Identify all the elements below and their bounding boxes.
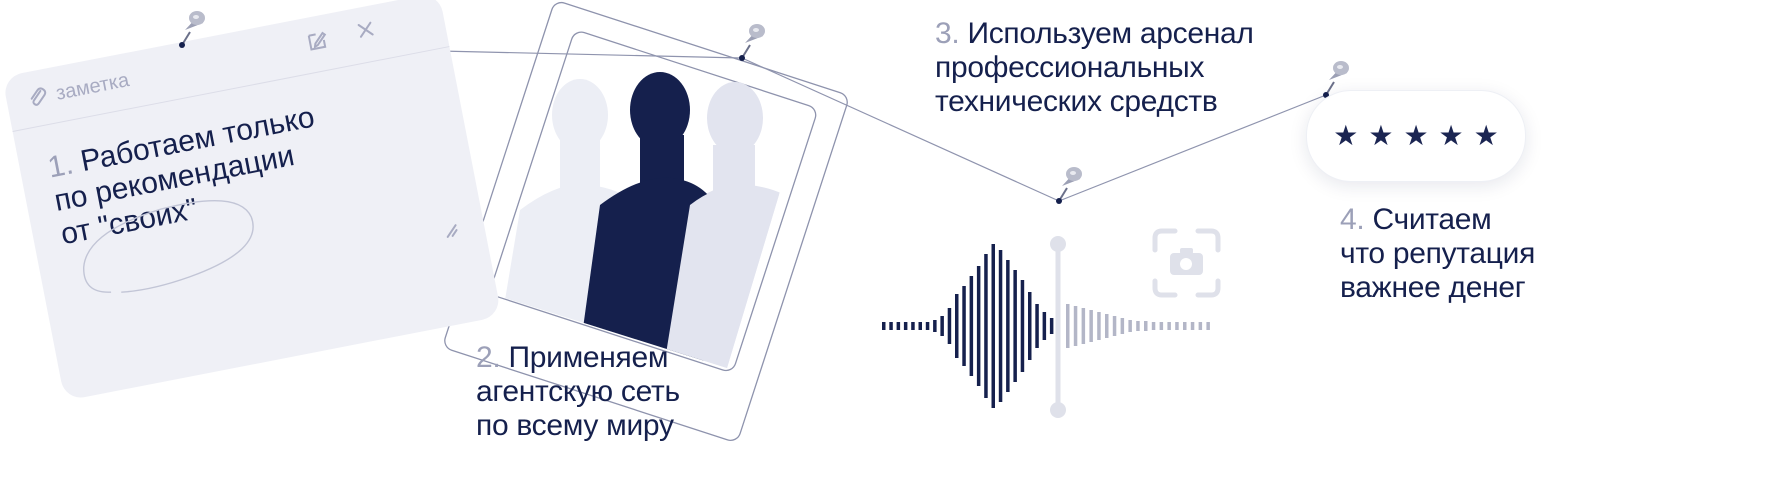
pushpin-icon — [1053, 164, 1085, 209]
step-4-text: 4. Считаем что репутация важнее денег — [1340, 203, 1535, 305]
waveform-bar — [969, 276, 974, 376]
step-3-text: 3. Используем арсенал профессиональных т… — [935, 17, 1254, 119]
step-3-line-3: технических средств — [935, 85, 1218, 118]
note-step-number: 1. — [45, 147, 76, 185]
waveform-bar — [1105, 314, 1109, 338]
star-icon: ★ — [1368, 120, 1394, 151]
waveform-bar — [1042, 312, 1047, 340]
waveform-bar — [1183, 322, 1187, 330]
pushpin-icon — [736, 21, 768, 66]
step-2-text: 2. Применяем агентскую сеть по всему мир… — [476, 341, 680, 443]
pushpin-icon — [176, 8, 208, 53]
waveform-bar — [1020, 280, 1025, 372]
step-2-line-3: по всему миру — [476, 409, 674, 442]
waveform-bar — [1013, 270, 1017, 382]
waveform-bar — [1066, 304, 1070, 348]
step-2-line-1: Применяем — [508, 341, 669, 374]
step-4-number: 4. — [1340, 203, 1365, 236]
waveform-bar — [1120, 318, 1125, 334]
waveform-bar — [955, 294, 959, 358]
waveform-bar — [911, 322, 915, 330]
waveform-bar — [1006, 260, 1010, 392]
audio-waveform — [882, 244, 1210, 408]
step-4-line-2: что репутация — [1340, 237, 1536, 270]
waveform-bar — [1112, 316, 1117, 336]
waveform-bar — [1190, 322, 1195, 330]
waveform-bar — [1128, 320, 1132, 332]
note-tab-label: заметка — [54, 69, 131, 105]
waveform-bar — [962, 286, 966, 366]
rating-pill: ★ ★ ★ ★ ★ — [1306, 90, 1526, 182]
waveform-bar — [1175, 322, 1179, 330]
waveform-bar — [933, 320, 937, 332]
waveform-bar — [918, 322, 922, 330]
step-3-number: 3. — [935, 17, 960, 50]
step-4-line-1: Считаем — [1372, 203, 1492, 236]
edit-icon[interactable] — [304, 28, 331, 59]
waveform-bar — [925, 322, 930, 330]
waveform-bar — [896, 322, 901, 330]
waveform-bar — [1198, 322, 1203, 330]
star-icon: ★ — [1403, 120, 1429, 151]
step-2-number: 2. — [476, 341, 501, 374]
waveform-bar — [1136, 321, 1140, 331]
star-icon: ★ — [1438, 120, 1464, 151]
waveform-bar — [998, 250, 1003, 402]
waveform-bar — [1206, 322, 1210, 330]
step-2-line-2: агентскую сеть — [476, 375, 680, 408]
waveform-bar — [1073, 306, 1078, 346]
waveform-bar — [1081, 308, 1086, 344]
waveform-bar — [1167, 322, 1171, 330]
step-4-line-3: важнее денег — [1340, 271, 1526, 304]
waveform-bar — [1049, 318, 1054, 334]
rating-stars: ★ ★ ★ ★ ★ — [1333, 122, 1499, 150]
resize-icon[interactable] — [443, 223, 460, 244]
step-3-line-2: профессиональных — [935, 51, 1205, 84]
waveform-bar — [1151, 322, 1156, 330]
waveform-bar — [1144, 321, 1148, 331]
close-icon[interactable] — [355, 19, 377, 45]
star-icon: ★ — [1473, 120, 1499, 151]
waveform-bar — [1035, 304, 1039, 348]
paperclip-icon — [25, 85, 52, 116]
waveform-bar — [940, 316, 944, 336]
waveform-bar — [1028, 292, 1032, 360]
waveform-bar — [882, 322, 886, 330]
waveform-bar — [947, 308, 952, 344]
waveform-bar — [1159, 322, 1164, 330]
waveform-bar — [976, 266, 981, 386]
waveform-bar — [1089, 310, 1093, 342]
waveform-bar — [903, 322, 908, 330]
waveform-bar — [1097, 312, 1101, 340]
waveform-bar — [889, 322, 893, 330]
camera-icon — [1152, 228, 1221, 298]
waveform-bar — [991, 244, 995, 408]
waveform-bar — [984, 254, 988, 398]
step-3-line-1: Используем арсенал — [967, 17, 1254, 50]
star-icon: ★ — [1333, 120, 1359, 151]
